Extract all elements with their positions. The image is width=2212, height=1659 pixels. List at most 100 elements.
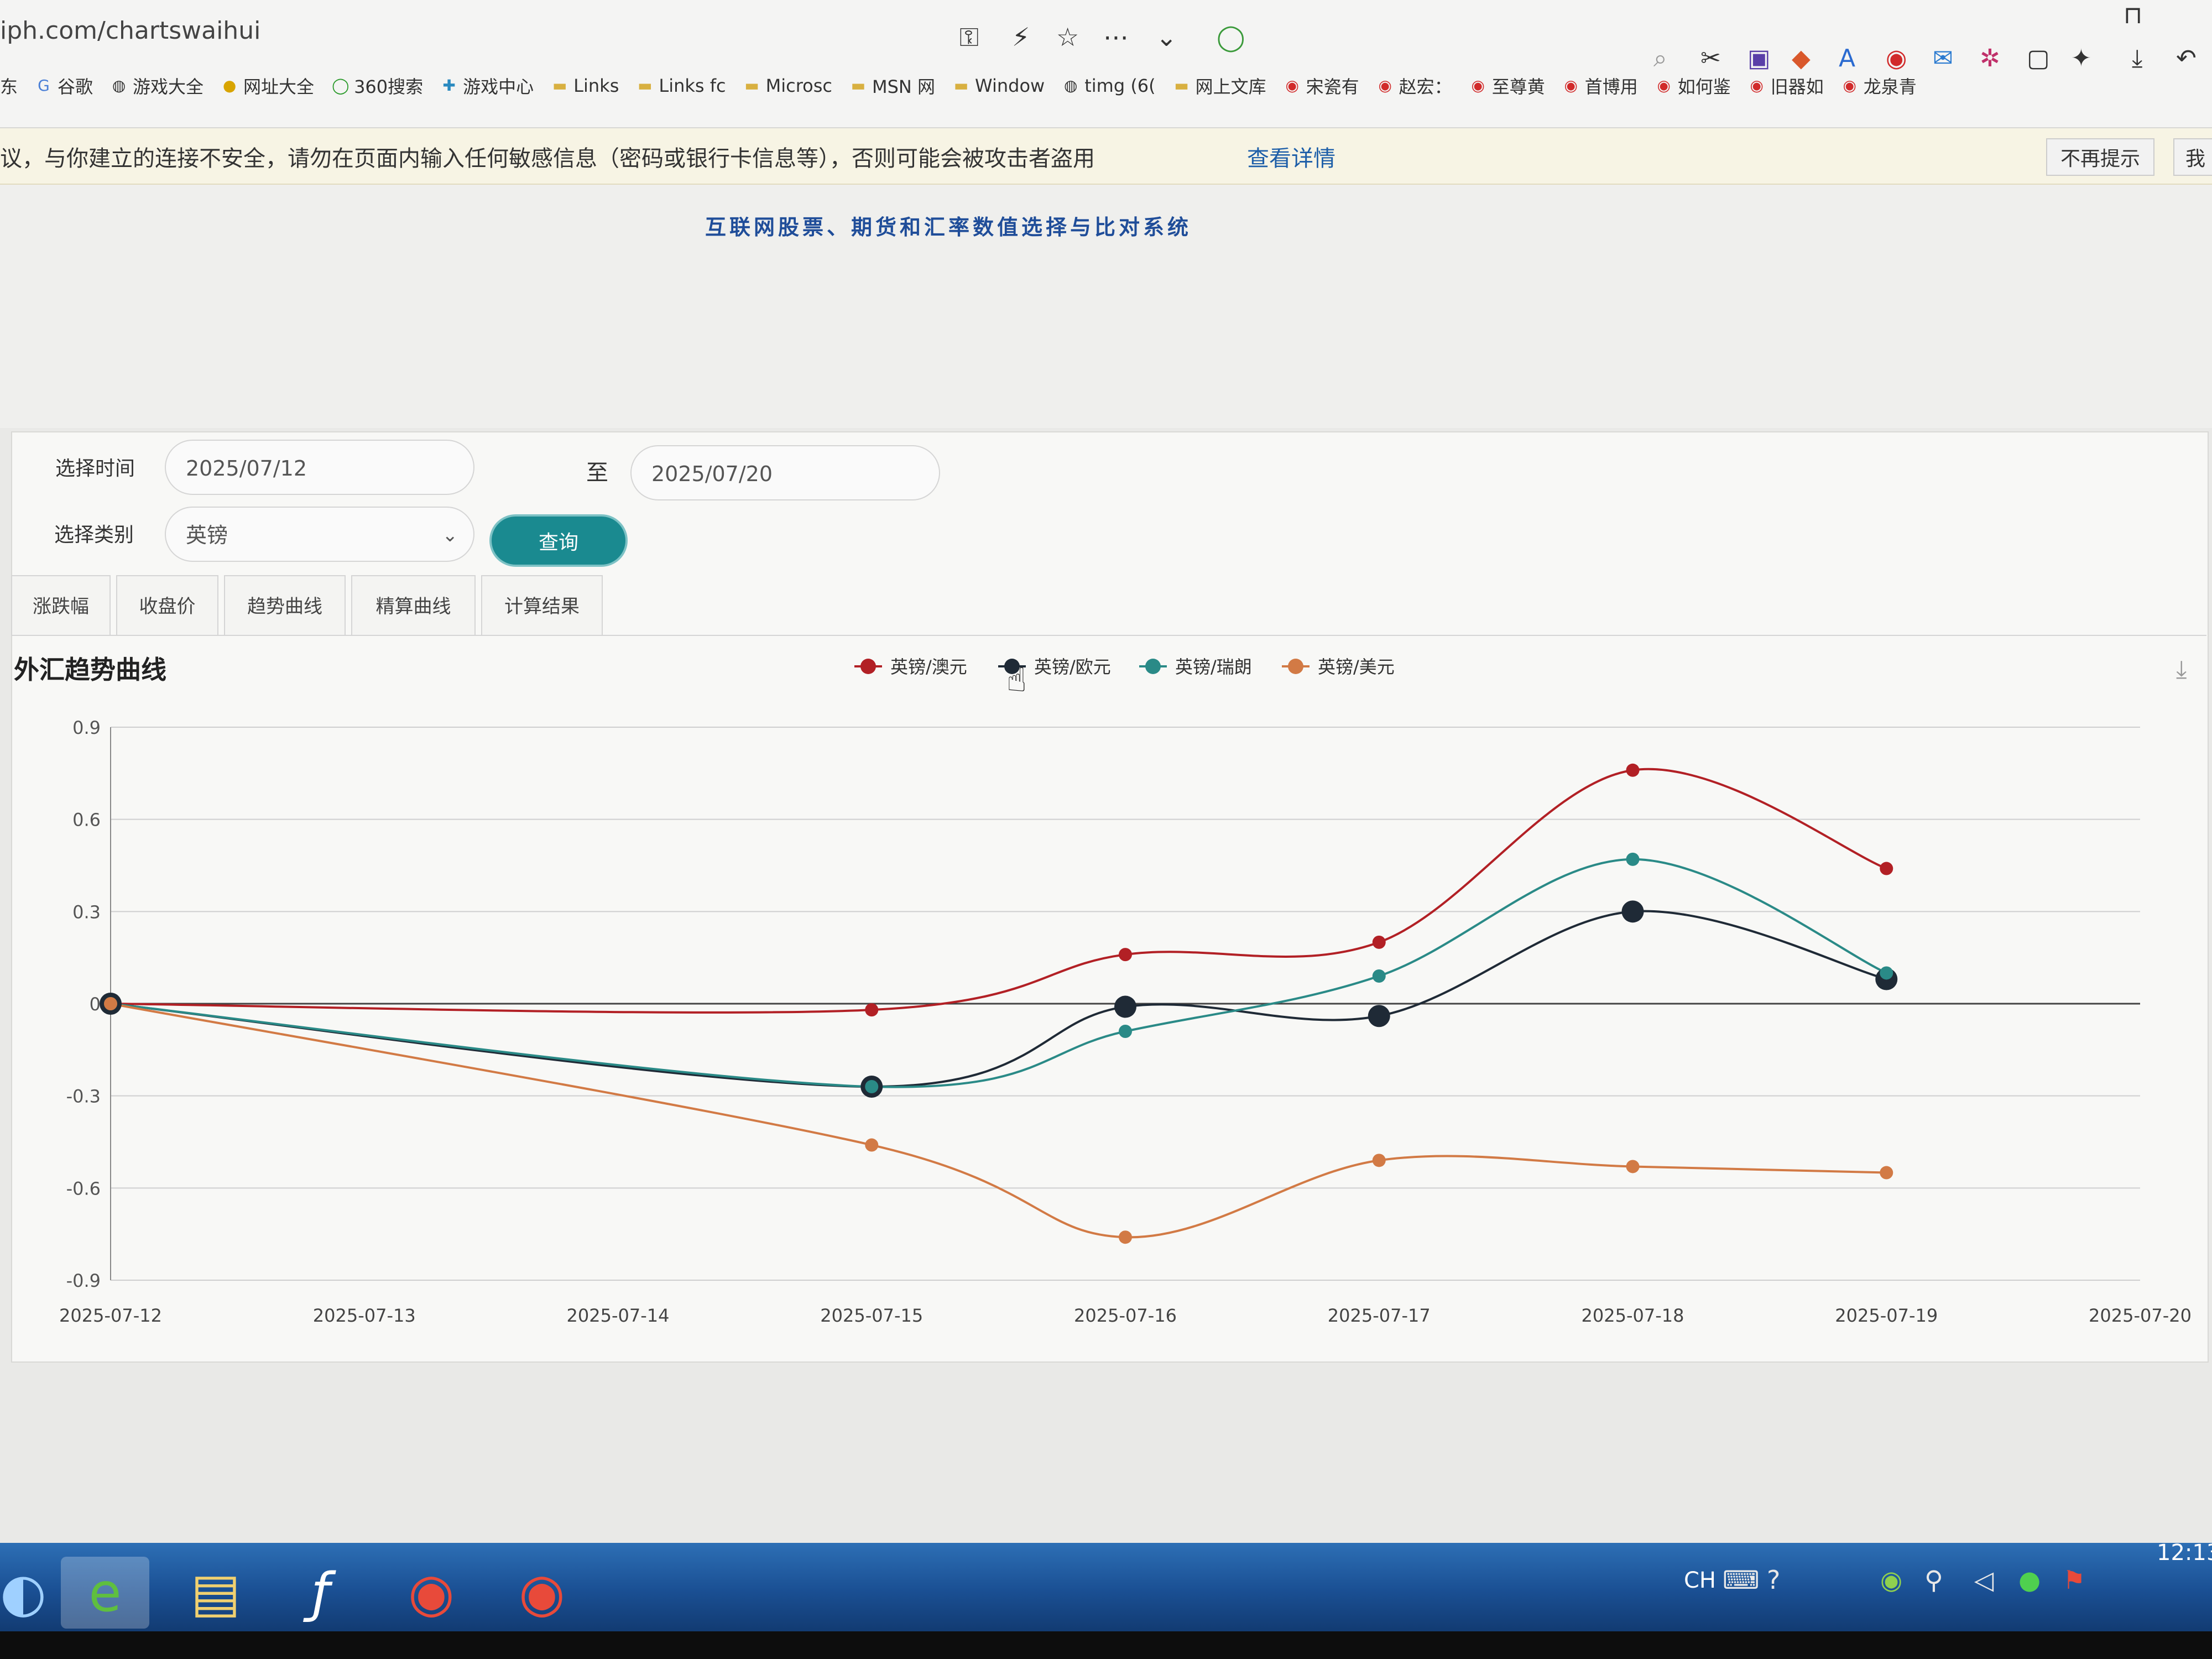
tab-change-pct[interactable]: 涨跌幅 [11,575,111,636]
star-icon[interactable]: ☆ [1056,22,1079,52]
start-button[interactable]: ◐ [0,1557,46,1629]
bookmark-item[interactable]: ◉ 首博用 [1563,73,1637,98]
mail-icon[interactable]: ✉ [1933,44,1953,72]
bookmark-item[interactable]: ▬ 网上文库 [1173,73,1266,98]
translate-icon[interactable]: A [1839,44,1855,72]
shirt-icon[interactable]: ⊓ [2124,1,2142,29]
bookmark-item[interactable]: ▬ MSN 网 [850,73,935,98]
ime-indicator[interactable]: CH [1684,1568,1716,1593]
truncated-button[interactable]: 我 [2173,138,2212,176]
folder-icon: ▬ [1174,76,1189,95]
help-icon[interactable]: ? [1767,1565,1780,1595]
x-tick-label: 2025-07-15 [820,1305,923,1326]
start-date-input[interactable]: 2025/07/12 [165,440,474,495]
weibo-icon: ◉ [1285,76,1299,95]
dont-remind-button[interactable]: 不再提示 [2046,138,2155,176]
bookmark-item[interactable]: ◉ 宋瓷有 [1284,73,1359,98]
data-point [1372,935,1386,949]
tab-actuarial-curve[interactable]: 精算曲线 [351,575,476,636]
globe-icon: ◍ [112,76,126,95]
flash-icon[interactable]: ƒ [276,1557,365,1629]
address-bar[interactable]: iph.com/chartswaihui [0,17,260,45]
data-point [1372,1154,1386,1167]
bookmark-item[interactable]: ◍ 游戏大全 [111,73,204,98]
legend-label: 英镑/美元 [1318,656,1395,677]
end-date-input[interactable]: 2025/07/20 [630,445,940,500]
tab-calc-result[interactable]: 计算结果 [481,575,603,636]
tab-trend-curve[interactable]: 趋势曲线 [224,575,346,636]
search-icon[interactable]: ⌕ [1653,44,1667,72]
bookmark-item[interactable]: ◯ 360搜索 [332,73,423,98]
legend-label: 英镑/瑞朗 [1175,656,1252,677]
chrome-icon-2[interactable]: ◉ [498,1557,586,1629]
chrome-icon[interactable]: ◉ [387,1557,476,1629]
bookmark-item[interactable]: ◉ 旧器如 [1749,73,1824,98]
bookmark-item[interactable]: ◍ timg (6( [1062,75,1156,96]
bookmark-item[interactable]: ◉ 龙泉青 [1841,73,1917,98]
keyboard-icon[interactable]: ⌨ [1723,1565,1759,1595]
volume-icon[interactable]: ◁ [1974,1565,1994,1595]
bookmark-item[interactable]: ✚ 游戏中心 [441,73,534,98]
bookmark-item[interactable]: ◉ 如何鉴 [1656,73,1731,98]
app-icon[interactable]: ✲ [1980,44,2000,72]
data-point [1626,852,1640,866]
bookmark-item[interactable]: ● 网址大全 [221,73,314,98]
y-tick-label: 0.6 [72,810,101,831]
status-icon[interactable]: ● [2018,1565,2041,1595]
security-app-icon[interactable]: ◉ [1880,1565,1902,1595]
extension-icon[interactable]: ▣ [1747,44,1771,72]
bookmark-item[interactable]: ▬ Links fc [637,75,726,96]
flag-icon[interactable]: ⚑ [2063,1565,2085,1595]
legend-marker [1288,659,1303,674]
category-select[interactable]: 英镑 ⌄ [165,507,474,562]
key-icon[interactable]: ⚿ [959,22,979,53]
x-tick-label: 2025-07-12 [59,1305,162,1326]
bookmark-item[interactable]: ▬ Links [551,75,619,96]
tab-close-price[interactable]: 收盘价 [116,575,218,636]
bookmark-item[interactable]: ◉ 赵宏： [1377,73,1452,98]
network-icon[interactable]: ⚲ [1924,1565,1943,1595]
x-tick-label: 2025-07-20 [2089,1305,2192,1326]
file-explorer-icon[interactable]: ▤ [171,1557,260,1629]
download-icon[interactable]: ⤓ [2132,44,2142,72]
search-engine-icon[interactable]: ◯ [1217,22,1245,52]
y-tick-label: 0 [90,994,101,1015]
legend-label: 英镑/欧元 [1034,656,1111,677]
y-axis-labels: 0.9 0.6 0.3 0 -0.3 -0.6 -0.9 [66,717,101,1291]
game-icon[interactable]: ◆ [1792,44,1811,72]
weibo-icon: ◉ [1843,76,1856,95]
x-tick-label: 2025-07-14 [567,1305,670,1326]
series-line [110,910,1887,1088]
series-line [110,768,1887,1014]
folder-icon: ▬ [638,76,653,95]
undo-icon[interactable]: ↶ [2176,44,2197,72]
ie-browser-icon[interactable]: e [61,1557,149,1629]
bookmark-item[interactable]: 东 [0,73,18,98]
query-button[interactable]: 查询 [489,514,628,567]
data-point [1880,1166,1893,1180]
bookmark-item[interactable]: ◉ 至尊黄 [1470,73,1545,98]
weibo-icon[interactable]: ◉ [1886,44,1907,72]
folder-icon: ▬ [851,76,866,95]
bookmark-item[interactable]: G 谷歌 [35,73,93,98]
weibo-icon: ◉ [1564,76,1578,95]
data-point [865,1003,879,1017]
x-tick-label: 2025-07-13 [313,1305,416,1326]
folder-icon: ▬ [552,76,567,95]
data-point [1880,966,1893,980]
data-point [1368,1005,1390,1027]
scissors-icon[interactable]: ✂ [1700,44,1721,72]
data-point [1119,1230,1132,1244]
view-details-link[interactable]: 查看详情 [1247,140,1335,173]
window-icon[interactable]: ▢ [2027,44,2050,72]
more-icon[interactable]: ⋯ [1103,22,1129,52]
chevron-down-icon[interactable]: ⌄ [1156,22,1177,52]
bookmark-item[interactable]: ▬ Window [953,75,1045,96]
to-label: 至 [586,460,608,486]
puzzle-icon[interactable]: ✦ [2071,44,2091,72]
bookmark-item[interactable]: ▬ Microsc [744,75,832,96]
browser-toolbar: iph.com/chartswaihui ⚿ ⚡ ☆ ⋯ ⌄ ◯ ⌕ ✂ ▣ ◆… [0,0,2212,128]
data-point [1372,969,1386,983]
lightning-icon[interactable]: ⚡ [1012,22,1030,52]
x-axis-labels: 2025-07-12 2025-07-13 2025-07-14 2025-07-15… [59,1305,2192,1326]
